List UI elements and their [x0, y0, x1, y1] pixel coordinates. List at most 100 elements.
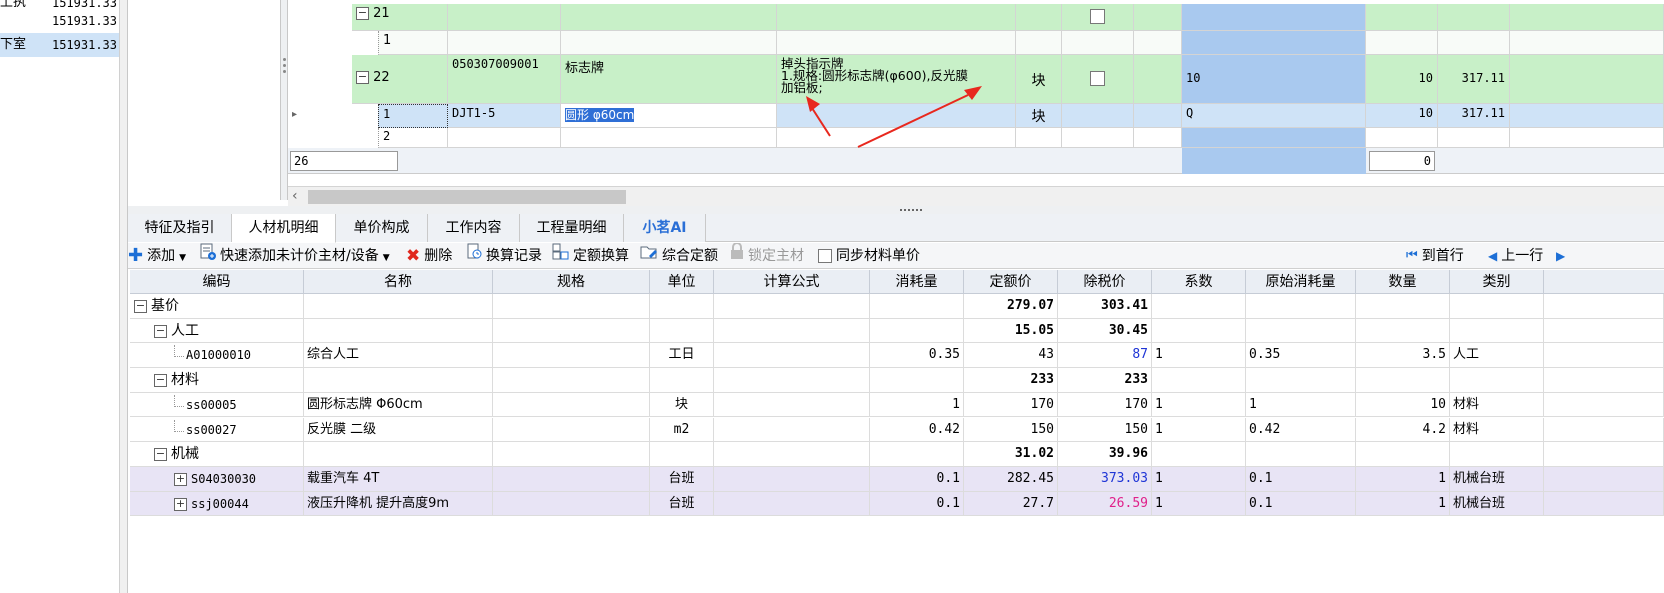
cell-unit[interactable]: 台班 [650, 491, 714, 517]
first-row-button[interactable]: ⏮ 到首行 [1406, 243, 1464, 269]
cell-extra[interactable] [1544, 318, 1664, 344]
collapse-toggle-icon[interactable]: − [154, 448, 167, 462]
cell-unit[interactable] [650, 318, 714, 344]
cell-consumption[interactable]: 0.35 [870, 343, 964, 369]
cell-code[interactable]: − 机械 [130, 442, 304, 467]
cell-quotaprice[interactable]: 27.7 [964, 491, 1058, 517]
quota-conversion-button[interactable]: 定额换算 [552, 243, 629, 269]
cell-orig[interactable]: 0.1 [1246, 466, 1356, 492]
more-icon[interactable]: ▶ [1556, 243, 1565, 269]
cell-orig[interactable]: 0.35 [1246, 343, 1356, 369]
cell-spec[interactable] [493, 392, 650, 418]
cell-unit[interactable]: 台班 [650, 466, 714, 492]
cell-unit[interactable]: 工日 [650, 343, 714, 369]
cell-unit[interactable] [650, 442, 714, 467]
quick-add-button[interactable]: 快速添加未计价主材/设备 ▼ [200, 243, 390, 269]
cell-taxex_price[interactable]: 39.96 [1058, 442, 1152, 467]
cell-spec[interactable] [493, 368, 650, 393]
scrollbar-thumb[interactable] [308, 190, 626, 204]
cell-quotaprice[interactable]: 170 [964, 392, 1058, 418]
tab-quantity-detail[interactable]: 工程量明细 [520, 214, 624, 242]
cell-name[interactable] [304, 318, 493, 344]
cell-coef[interactable]: 1 [1152, 466, 1246, 492]
cell-category[interactable]: 材料 [1450, 417, 1544, 443]
tab-labor-material-machine[interactable]: 人材机明细 [232, 214, 336, 243]
cell-code[interactable]: − 人工 [130, 318, 304, 344]
cell-category[interactable]: 机械台班 [1450, 491, 1544, 517]
col-header-tax-ex-price[interactable]: 除税价 [1058, 270, 1152, 294]
cell-formula[interactable] [714, 442, 870, 467]
cell-coef[interactable] [1152, 294, 1246, 319]
cell-name[interactable]: 反光膜 二级 [304, 417, 493, 443]
col-header-qty[interactable]: 数量 [1356, 270, 1450, 294]
table-row[interactable]: ss00027 反光膜 二级 m2 0.42 150 150 1 0.42 4.2 材料 [130, 417, 1664, 443]
cell-category[interactable]: 人工 [1450, 343, 1544, 369]
cell-qty[interactable] [1356, 318, 1450, 344]
cell-category[interactable] [1450, 368, 1544, 393]
cell-taxex_price[interactable]: 373.03 [1058, 466, 1152, 492]
tab-unit-price[interactable]: 单价构成 [336, 214, 428, 242]
cell-orig[interactable] [1246, 294, 1356, 319]
col-header-consumption[interactable]: 消耗量 [870, 270, 964, 294]
cell-formula[interactable] [714, 318, 870, 344]
cell-qty[interactable] [1356, 294, 1450, 319]
cell-extra[interactable] [1544, 343, 1664, 369]
table-row[interactable]: + S04030030 载重汽车 4T 台班 0.1 282.45 373.03 1 0.1 1 机… [130, 466, 1664, 492]
cell-formula[interactable] [714, 466, 870, 492]
tree-row-selected[interactable]: 下室 151931.33 [0, 33, 119, 57]
table-row[interactable]: − 机械 31.02 39.96 [130, 442, 1664, 467]
cell-extra[interactable] [1544, 368, 1664, 393]
cell-spec[interactable] [493, 318, 650, 344]
cell-code[interactable]: + S04030030 [130, 466, 304, 492]
conversion-log-button[interactable]: 换算记录 [466, 243, 542, 269]
cell-coef[interactable]: 1 [1152, 491, 1246, 517]
table-row[interactable]: − 材料 233 233 [130, 368, 1664, 393]
col-header-orig-consumption[interactable]: 原始消耗量 [1246, 270, 1356, 294]
cell-code[interactable]: A01000010 [130, 343, 304, 369]
cell-unit[interactable]: 块 [650, 392, 714, 418]
cell-name[interactable] [304, 442, 493, 467]
cell-code[interactable]: − 基价 [130, 294, 304, 319]
cell-name[interactable]: 圆形标志牌 Φ60cm [304, 392, 493, 418]
cell-consumption[interactable] [870, 294, 964, 319]
cell-name[interactable] [304, 368, 493, 393]
cell-extra[interactable] [1544, 294, 1664, 319]
cell-consumption[interactable] [870, 368, 964, 393]
cell-unit[interactable] [650, 368, 714, 393]
cell-code[interactable]: ss00027 [130, 417, 304, 443]
col-header-category[interactable]: 类别 [1450, 270, 1544, 294]
cell-consumption[interactable]: 0.42 [870, 417, 964, 443]
cell-formula[interactable] [714, 343, 870, 369]
scroll-left-icon[interactable]: ‹ [292, 188, 298, 204]
cell-qty[interactable]: 10 [1356, 392, 1450, 418]
cell-coef[interactable]: 1 [1152, 417, 1246, 443]
cell-consumption[interactable]: 1 [870, 392, 964, 418]
cell-qty[interactable]: 1 [1356, 466, 1450, 492]
cell-code[interactable]: − 材料 [130, 368, 304, 393]
cell-coef[interactable] [1152, 442, 1246, 467]
cell-extra[interactable] [1544, 491, 1664, 517]
cell-consumption[interactable]: 0.1 [870, 491, 964, 517]
cell-quotaprice[interactable]: 282.45 [964, 466, 1058, 492]
cell-quotaprice[interactable]: 279.07 [964, 294, 1058, 319]
cell-formula[interactable] [714, 491, 870, 517]
cell-extra[interactable] [1544, 392, 1664, 418]
cell-taxex_price[interactable]: 150 [1058, 417, 1152, 443]
tree-row[interactable]: 151931.33 [0, 9, 119, 33]
col-header-quota-price[interactable]: 定额价 [964, 270, 1058, 294]
cell-orig[interactable] [1246, 442, 1356, 467]
table-row[interactable]: ss00005 圆形标志牌 Φ60cm 块 1 170 170 1 1 10 材料 [130, 392, 1664, 418]
table-row[interactable]: A01000010 综合人工 工日 0.35 43 87 1 0.35 3.5 人工 [130, 343, 1664, 369]
cell-orig[interactable] [1246, 318, 1356, 344]
cell-orig[interactable] [1246, 368, 1356, 393]
cell-spec[interactable] [493, 442, 650, 467]
cell-qty[interactable]: 3.5 [1356, 343, 1450, 369]
expand-toggle-icon[interactable]: + [174, 497, 187, 511]
cell-unit[interactable] [650, 294, 714, 319]
table-row[interactable]: − 基价 279.07 303.41 [130, 294, 1664, 319]
cell-coef[interactable]: 1 [1152, 392, 1246, 418]
cell-qty[interactable]: 1 [1356, 491, 1450, 517]
lock-main-material-button[interactable]: 锁定主材 [730, 242, 804, 269]
col-header-spec[interactable]: 规格 [493, 270, 650, 294]
col-header-name[interactable]: 名称 [304, 270, 493, 294]
